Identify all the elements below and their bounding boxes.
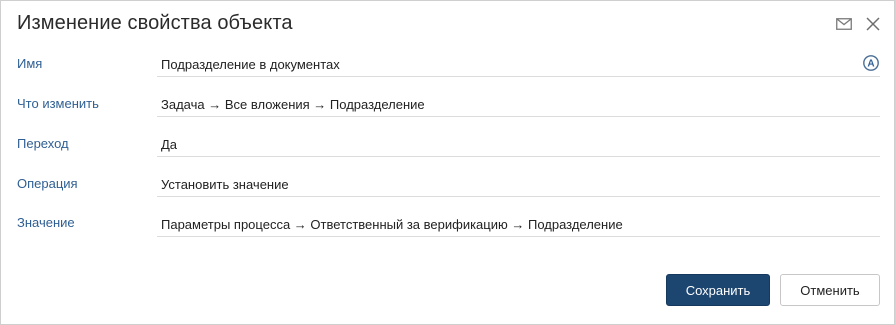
field-label-name: Имя [17,56,43,71]
field-row-operation: Операция Установить значение [1,176,895,216]
transition-field[interactable]: Да [157,131,880,157]
field-row-value: Значение Параметры процесса → Ответствен… [1,215,895,255]
envelope-icon[interactable] [835,15,853,33]
name-field[interactable]: Подразделение в документах A [157,51,880,77]
field-label-operation: Операция [17,176,78,191]
save-button[interactable]: Сохранить [666,274,770,306]
field-label-value: Значение [17,215,75,230]
field-label-transition: Переход [17,136,69,151]
field-row-transition: Переход Да [1,136,895,176]
close-icon[interactable] [864,15,882,33]
value-value: Параметры процесса → Ответственный за ве… [161,217,623,232]
cancel-button[interactable]: Отменить [780,274,880,306]
target-field[interactable]: Задача → Все вложения → Подразделение [157,91,880,117]
value-field[interactable]: Параметры процесса → Ответственный за ве… [157,211,880,237]
property-change-dialog: Изменение свойства объекта Имя Подраздел… [0,0,895,325]
field-row-target: Что изменить Задача → Все вложения → Под… [1,96,895,136]
dialog-title: Изменение свойства объекта [17,12,293,34]
name-value: Подразделение в документах [161,57,340,72]
field-row-name: Имя Подразделение в документах A [1,55,895,96]
operation-field[interactable]: Установить значение [157,171,880,197]
svg-text:A: A [867,59,874,70]
operation-value: Установить значение [161,177,289,192]
transition-value: Да [161,137,178,152]
field-label-target: Что изменить [17,96,99,111]
target-value: Задача → Все вложения → Подразделение [161,97,425,112]
autofill-a-icon[interactable]: A [862,54,880,72]
